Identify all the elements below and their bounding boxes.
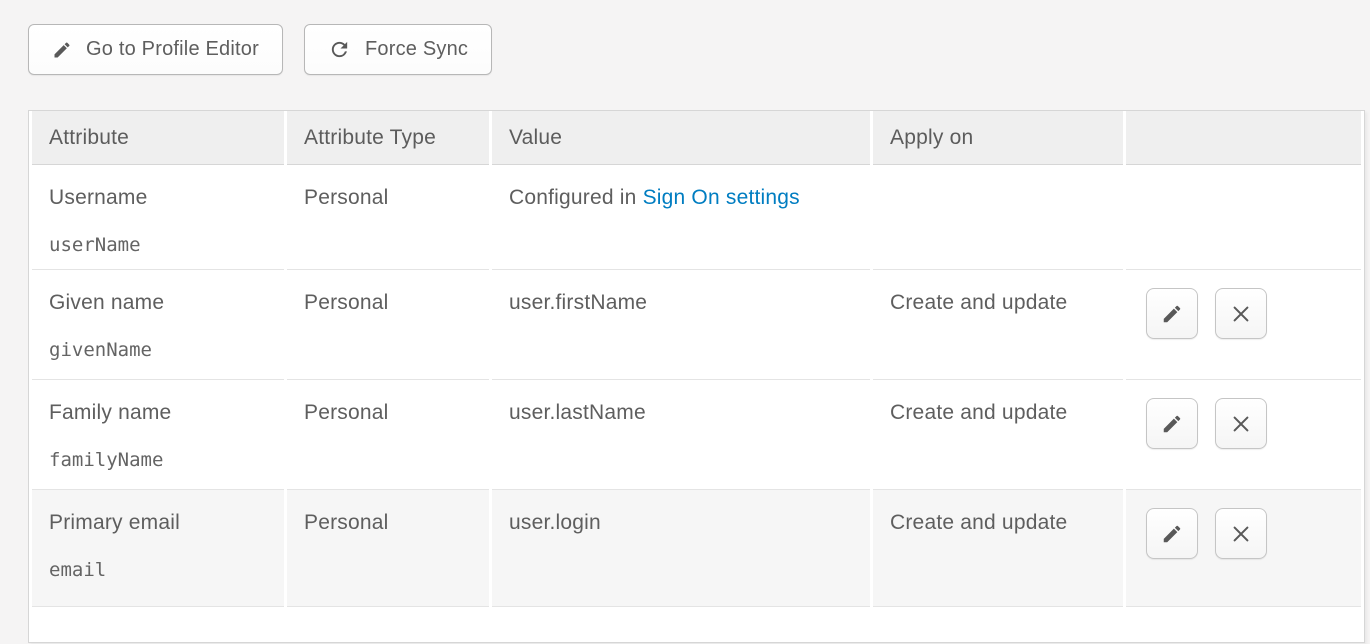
apply-on-cell bbox=[873, 165, 1123, 270]
go-to-profile-editor-button[interactable]: Go to Profile Editor bbox=[28, 24, 283, 75]
value-cell: Configured in Sign On settings bbox=[492, 165, 870, 270]
attribute-cell: Username userName bbox=[32, 165, 284, 270]
attribute-mappings-table: Attribute Attribute Type Value Apply on … bbox=[28, 110, 1365, 643]
apply-on-cell: Create and update bbox=[873, 490, 1123, 607]
pencil-icon bbox=[1161, 303, 1183, 325]
x-icon bbox=[1230, 303, 1252, 325]
toolbar: Go to Profile Editor Force Sync bbox=[28, 24, 492, 75]
pencil-icon bbox=[1161, 523, 1183, 545]
value-cell: user.firstName bbox=[492, 270, 870, 380]
attribute-variable: email bbox=[49, 559, 276, 581]
attribute-label: Username bbox=[49, 186, 276, 210]
attribute-variable: givenName bbox=[49, 339, 276, 361]
attribute-cell: Given name givenName bbox=[32, 270, 284, 380]
refresh-icon bbox=[328, 38, 351, 61]
x-icon bbox=[1230, 523, 1252, 545]
edit-attribute-button[interactable] bbox=[1146, 398, 1198, 449]
attribute-type-cell: Personal bbox=[287, 165, 489, 270]
table-row-given-name: Given name givenName Personal user.first… bbox=[32, 270, 1361, 380]
attribute-label: Primary email bbox=[49, 511, 276, 535]
attribute-cell: Primary email email bbox=[32, 490, 284, 607]
remove-attribute-button[interactable] bbox=[1215, 288, 1267, 339]
table-row-partial bbox=[32, 607, 1361, 642]
attribute-label: Given name bbox=[49, 291, 276, 315]
attribute-cell: Family name familyName bbox=[32, 380, 284, 490]
value-cell: user.login bbox=[492, 490, 870, 607]
attribute-type-cell: Personal bbox=[287, 490, 489, 607]
table-row-family-name: Family name familyName Personal user.las… bbox=[32, 380, 1361, 490]
apply-on-cell: Create and update bbox=[873, 380, 1123, 490]
table-header-row: Attribute Attribute Type Value Apply on bbox=[32, 111, 1361, 165]
edit-attribute-button[interactable] bbox=[1146, 288, 1198, 339]
remove-attribute-button[interactable] bbox=[1215, 508, 1267, 559]
column-header-apply-on: Apply on bbox=[873, 111, 1123, 165]
attribute-mappings-section: Attribute Attribute Type Value Apply on … bbox=[28, 110, 1345, 643]
pencil-icon bbox=[1161, 413, 1183, 435]
table-row-primary-email: Primary email email Personal user.login … bbox=[32, 490, 1361, 607]
attribute-variable: familyName bbox=[49, 449, 276, 471]
actions-cell bbox=[1126, 380, 1361, 490]
apply-on-cell: Create and update bbox=[873, 270, 1123, 380]
column-header-attribute-type: Attribute Type bbox=[287, 111, 489, 165]
attribute-label: Family name bbox=[49, 401, 276, 425]
attribute-variable: userName bbox=[49, 234, 276, 256]
sign-on-settings-link[interactable]: Sign On settings bbox=[643, 186, 800, 209]
actions-cell bbox=[1126, 490, 1361, 607]
attribute-type-cell: Personal bbox=[287, 380, 489, 490]
force-sync-label: Force Sync bbox=[365, 38, 468, 61]
edit-attribute-button[interactable] bbox=[1146, 508, 1198, 559]
go-to-profile-editor-label: Go to Profile Editor bbox=[86, 38, 259, 61]
column-header-value: Value bbox=[492, 111, 870, 165]
attribute-type-cell: Personal bbox=[287, 270, 489, 380]
table-row-username: Username userName Personal Configured in… bbox=[32, 165, 1361, 270]
column-header-actions bbox=[1126, 111, 1361, 165]
x-icon bbox=[1230, 413, 1252, 435]
value-cell: user.lastName bbox=[492, 380, 870, 490]
force-sync-button[interactable]: Force Sync bbox=[304, 24, 492, 75]
actions-cell bbox=[1126, 165, 1361, 270]
remove-attribute-button[interactable] bbox=[1215, 398, 1267, 449]
pencil-icon bbox=[52, 40, 72, 60]
column-header-attribute: Attribute bbox=[32, 111, 284, 165]
actions-cell bbox=[1126, 270, 1361, 380]
value-text: Configured in bbox=[509, 186, 643, 209]
